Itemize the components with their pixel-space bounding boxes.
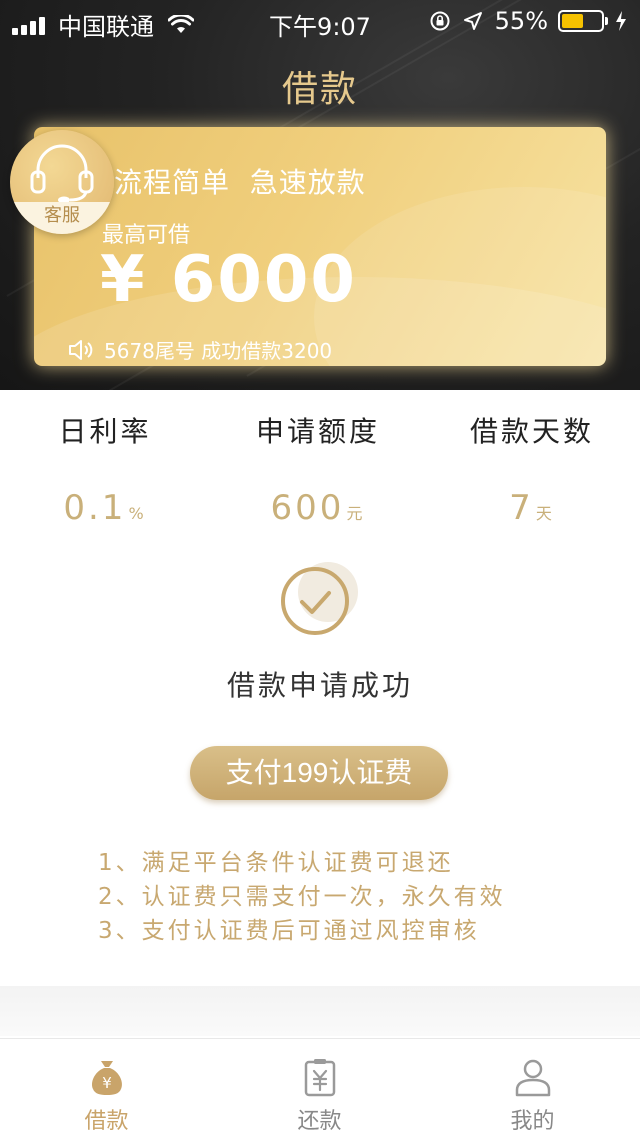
- person-icon: [515, 1059, 551, 1097]
- stat-unit: 元: [346, 504, 366, 523]
- location-icon: [463, 12, 482, 30]
- loan-notice-text: 5678尾号 成功借款3200: [104, 339, 333, 363]
- bill-icon: [304, 1059, 336, 1097]
- stat-value: 7: [509, 488, 534, 528]
- battery-icon: [558, 10, 608, 32]
- card-slogan: 流程简单 急速放款: [114, 166, 366, 199]
- headset-icon: [30, 144, 94, 204]
- pay-certification-fee-button[interactable]: 支付199认证费: [190, 746, 448, 800]
- tab-label: 还款: [297, 1109, 342, 1134]
- stat-value: 0.1: [63, 488, 127, 528]
- success-message: 借款申请成功: [226, 669, 413, 702]
- carrier-name: 中国联通: [58, 13, 154, 41]
- loan-card: 流程简单 急速放款 最高可借 ¥ 6000 5678尾号 成功借款3200: [34, 127, 606, 366]
- note-item: 2、认证费只需支付一次，永久有效: [98, 884, 506, 910]
- signal-icon: [12, 15, 48, 35]
- tab-borrow[interactable]: ¥ 借款: [0, 1039, 213, 1136]
- stat-unit: 天: [535, 504, 555, 523]
- rotation-lock-icon: [430, 11, 450, 31]
- stat-daily-rate: 日利率 0.1%: [5, 410, 205, 528]
- battery-percent: 55%: [494, 7, 548, 35]
- customer-service-button[interactable]: 客服: [10, 130, 114, 234]
- svg-text:¥: ¥: [102, 1074, 112, 1092]
- status-bar: 中国联通 下午9:07 55%: [0, 0, 640, 41]
- section-divider: [0, 986, 640, 1036]
- customer-service-label: 客服: [10, 202, 114, 234]
- loan-stats: 日利率 0.1% 申请额度 600 元 借款天数 7天: [0, 410, 640, 530]
- success-check-icon: [281, 562, 358, 635]
- stat-value: 600: [270, 488, 345, 528]
- stat-label: 申请额度: [255, 415, 380, 448]
- notes-list: 1、满足平台条件认证费可退还 2、认证费只需支付一次，永久有效 3、支付认证费后…: [98, 846, 506, 948]
- tab-label: 我的: [510, 1109, 555, 1134]
- tab-label: 借款: [84, 1109, 129, 1134]
- stat-loan-amount: 申请额度 600 元: [218, 410, 418, 528]
- charging-icon: [616, 11, 626, 31]
- tab-bar: ¥ 借款 还款 我的: [0, 1038, 640, 1136]
- stat-label: 借款天数: [469, 415, 594, 448]
- note-item: 3、支付认证费后可通过风控审核: [98, 918, 480, 944]
- max-loan-amount: ¥ 6000: [100, 243, 357, 317]
- tab-repay[interactable]: 还款: [213, 1039, 426, 1136]
- wifi-icon: [168, 14, 194, 33]
- page-title: 借款: [281, 69, 358, 110]
- loan-notice: 5678尾号 成功借款3200: [68, 335, 332, 364]
- speaker-icon: [69, 339, 93, 360]
- stat-unit: %: [128, 504, 147, 523]
- stat-loan-days: 借款天数 7天: [432, 410, 632, 528]
- money-bag-icon: ¥: [92, 1061, 122, 1095]
- note-item: 1、满足平台条件认证费可退还: [98, 850, 454, 876]
- stat-label: 日利率: [58, 415, 152, 448]
- tab-profile[interactable]: 我的: [426, 1039, 639, 1136]
